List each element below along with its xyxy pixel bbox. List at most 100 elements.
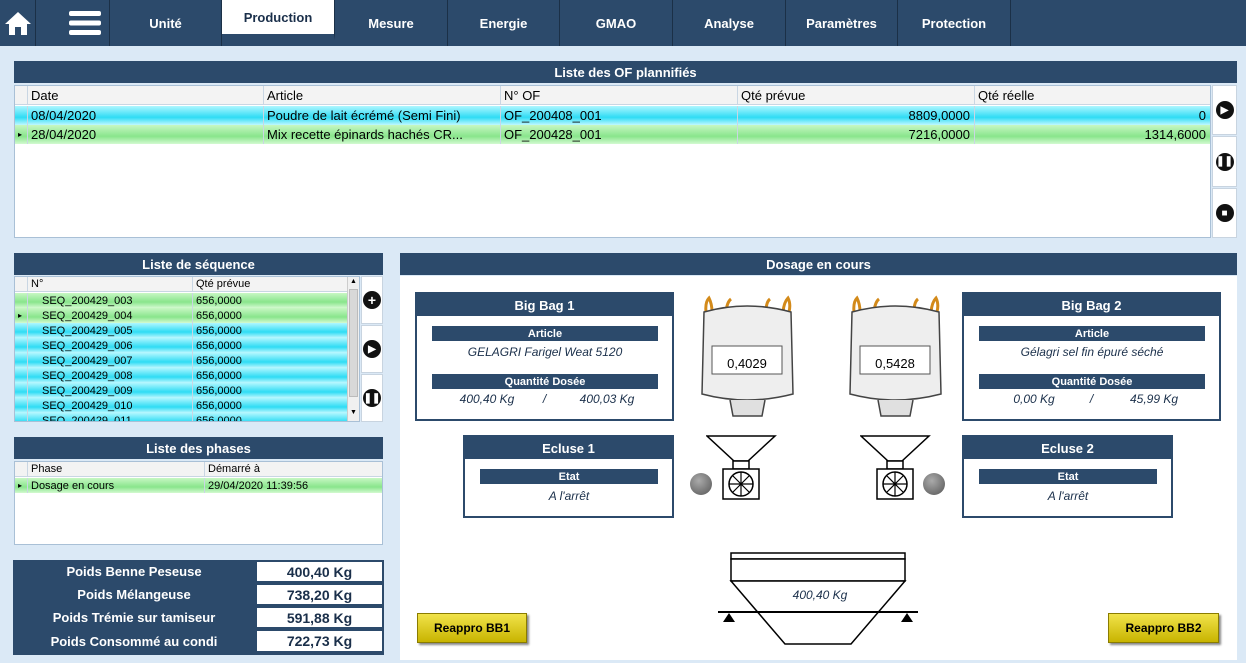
stop-icon: ■ (1215, 204, 1234, 222)
qty-separator: / (542, 392, 547, 406)
reappro-bb2-button[interactable]: Reappro BB2 (1108, 613, 1219, 643)
cell-date: 28/04/2020 (28, 125, 264, 144)
ecluse-1-title: Ecluse 1 (465, 437, 672, 459)
kpi-label: Poids Trémie sur tamiseur (13, 606, 255, 629)
sequence-scrollbar[interactable]: ▲ ▼ (347, 277, 359, 421)
sequence-title: Liste de séquence (14, 253, 383, 275)
list-item[interactable]: ▸ SEQ_200429_004 656,0000 (15, 308, 347, 323)
reappro-bb1-button[interactable]: Reappro BB1 (417, 613, 527, 643)
seq-qty: 656,0000 (196, 369, 242, 382)
list-item[interactable]: SEQ_200429_003 656,0000 (15, 293, 347, 308)
cell-qte-prevue: 8809,0000 (738, 106, 975, 125)
tab-parametres[interactable]: Paramètres (786, 0, 898, 46)
list-item[interactable]: ▸ Dosage en cours 29/04/2020 11:39:56 (15, 478, 382, 493)
plus-icon: + (363, 291, 381, 309)
tab-unite[interactable]: Unité (110, 0, 222, 46)
tab-gmao[interactable]: GMAO (560, 0, 673, 46)
tab-mesure[interactable]: Mesure (335, 0, 448, 46)
ecluse-2-box: Ecluse 2 Etat A l'arrêt (962, 435, 1173, 518)
pause-button[interactable]: ❚❚ (1212, 136, 1237, 187)
seq-number: SEQ_200429_010 (28, 398, 193, 413)
list-item[interactable]: SEQ_200429_008 656,0000 (15, 368, 347, 383)
tab-analyse[interactable]: Analyse (673, 0, 786, 46)
scrollbar-thumb[interactable] (349, 289, 358, 397)
list-item[interactable]: SEQ_200429_006 656,0000 (15, 338, 347, 353)
row-selector-icon: ▸ (15, 308, 28, 323)
qty-target: 45,99 Kg (1129, 392, 1179, 406)
hopper-weight: 400,40 Kg (792, 588, 848, 602)
seq-qty: 656,0000 (196, 384, 242, 397)
seq-number: SEQ_200429_009 (28, 383, 193, 398)
article-label: Article (432, 326, 658, 341)
pause-sequence-button[interactable]: ❚❚ (361, 374, 383, 422)
row-selector-icon: ▸ (15, 125, 28, 144)
seq-number: SEQ_200429_011 (28, 413, 193, 421)
qty-label: Quantité Dosée (979, 374, 1205, 389)
menu-icon[interactable] (60, 0, 110, 46)
col-date[interactable]: Date (28, 86, 264, 104)
sequence-grid: N° Qté prévue SEQ_200429_003 656,0000 ▸ SE… (14, 276, 360, 422)
big-bag-2-value: 0,5428 (875, 356, 915, 371)
list-item[interactable]: SEQ_200429_005 656,0000 (15, 323, 347, 338)
table-row[interactable]: 08/04/2020 Poudre de lait écrémé (Semi F… (15, 106, 1210, 125)
col-of[interactable]: N° OF (501, 86, 738, 104)
kpi-label: Poids Benne Peseuse (13, 560, 255, 583)
cell-of: OF_200408_001 (501, 106, 738, 125)
play-button[interactable]: ▶ (1212, 85, 1237, 135)
home-icon[interactable] (0, 0, 36, 46)
qty-dosed: 400,40 Kg (459, 392, 515, 406)
phases-header: Phase Démarré à (15, 462, 382, 477)
top-navigation-bar: Unité Production Mesure Energie GMAO Ana… (0, 0, 1246, 46)
scroll-down-icon[interactable]: ▼ (350, 409, 357, 416)
add-sequence-button[interactable]: + (361, 276, 383, 324)
article-value: GELAGRI Farigel Weat 5120 (467, 345, 623, 359)
seq-qty: 656,0000 (196, 309, 242, 322)
qty-target: 400,03 Kg (579, 392, 635, 406)
cell-qte-reelle: 0 (1198, 108, 1206, 123)
kpi-value: 400,40 Kg (255, 560, 384, 583)
big-bag-2-title: Big Bag 2 (964, 294, 1219, 316)
seq-qty: 656,0000 (196, 414, 242, 422)
rotary-valve-2-icon[interactable] (860, 435, 932, 501)
col-article[interactable]: Article (264, 86, 501, 104)
valve-2-status-indicator (923, 473, 945, 495)
big-bag-1-value: 0,4029 (727, 356, 767, 371)
col-qte-reelle[interactable]: Qté réelle (975, 86, 1210, 104)
col-qte-prevue[interactable]: Qté prévue (193, 277, 347, 291)
col-qte-prevue[interactable]: Qté prévue (738, 86, 975, 104)
phases-grid: Phase Démarré à ▸ Dosage en cours 29/04/… (14, 461, 383, 545)
phases-title: Liste des phases (14, 437, 383, 459)
play-sequence-button[interactable]: ▶ (361, 325, 383, 373)
tab-protection[interactable]: Protection (898, 0, 1011, 46)
list-item[interactable]: SEQ_200429_009 656,0000 (15, 383, 347, 398)
tab-production[interactable]: Production (222, 0, 335, 40)
seq-qty: 656,0000 (196, 339, 242, 352)
list-item[interactable]: SEQ_200429_011 656,0000 (15, 413, 347, 422)
col-start[interactable]: Démarré à (205, 462, 382, 476)
tab-energie[interactable]: Energie (448, 0, 560, 46)
article-value: Gélagri sel fin épuré séché (1020, 345, 1164, 359)
cell-of: OF_200428_001 (501, 125, 738, 144)
etat-value: A l'arrêt (1047, 489, 1089, 503)
scroll-up-icon[interactable]: ▲ (350, 278, 357, 285)
dosage-title: Dosage en cours (400, 253, 1237, 275)
qty-label: Quantité Dosée (432, 374, 658, 389)
play-icon: ▶ (363, 340, 381, 358)
table-row[interactable]: ▸ 28/04/2020 Mix recette épinards hachés… (15, 125, 1210, 144)
col-phase[interactable]: Phase (28, 462, 205, 476)
list-item[interactable]: SEQ_200429_010 656,0000 (15, 398, 347, 413)
pause-icon: ❚❚ (363, 389, 381, 407)
seq-number: SEQ_200429_005 (28, 323, 193, 338)
qty-dosed: 0,00 Kg (1013, 392, 1055, 406)
seq-number: SEQ_200429_007 (28, 353, 193, 368)
list-item[interactable]: SEQ_200429_007 656,0000 (15, 353, 347, 368)
cell-article: Mix recette épinards hachés CR... (264, 125, 501, 144)
seq-number: SEQ_200429_008 (28, 368, 193, 383)
stop-button[interactable]: ■ (1212, 188, 1237, 238)
etat-label: Etat (979, 469, 1157, 484)
seq-number: SEQ_200429_004 (28, 308, 193, 323)
rotary-valve-1-icon[interactable] (706, 435, 778, 501)
col-n[interactable]: N° (28, 277, 193, 291)
seq-qty: 656,0000 (196, 294, 242, 307)
seq-qty: 656,0000 (196, 324, 242, 337)
